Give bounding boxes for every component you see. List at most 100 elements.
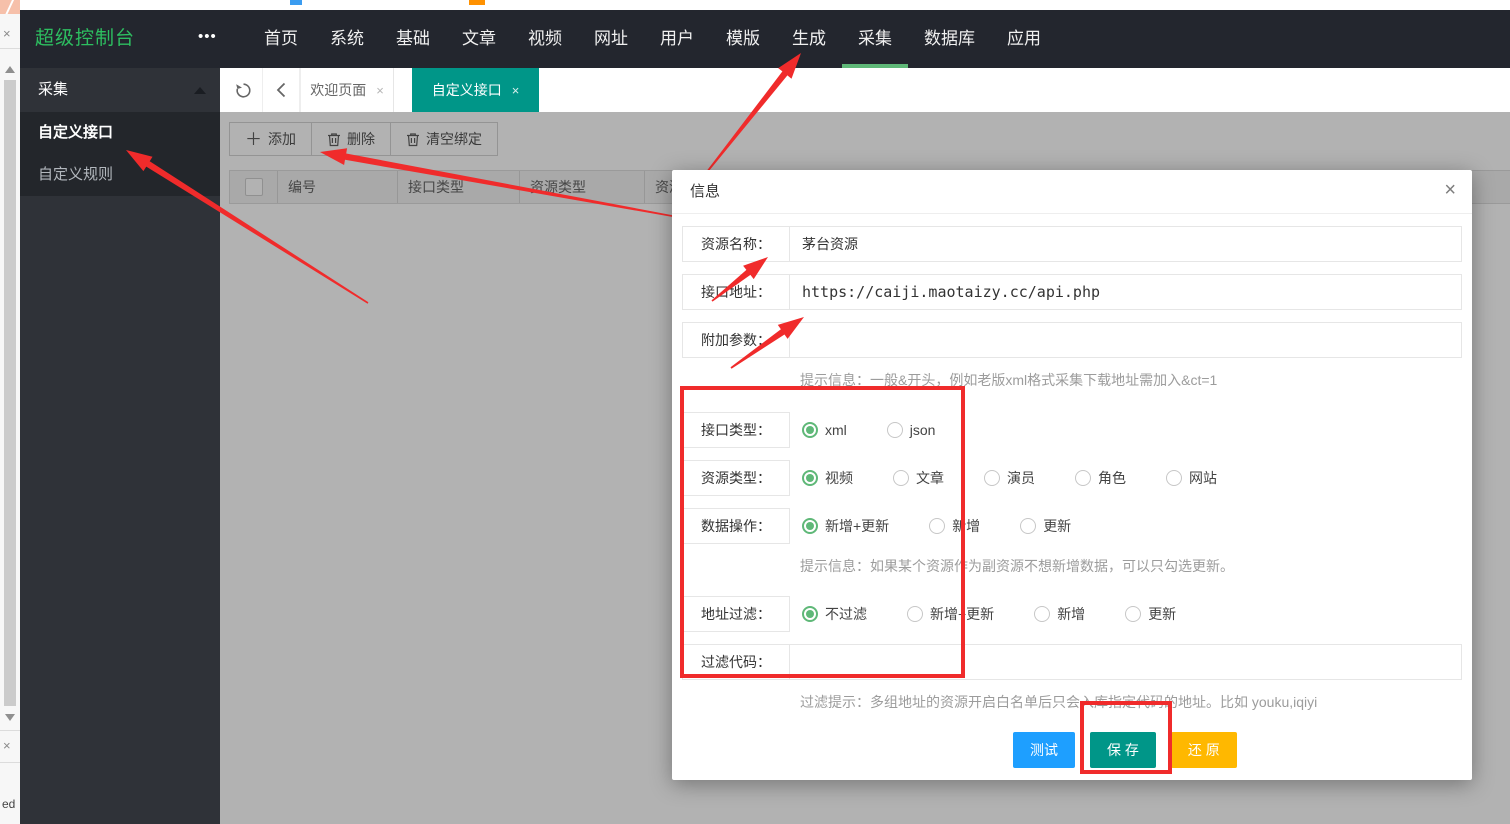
radio-icon: [802, 518, 818, 534]
radio-icon: [929, 518, 945, 534]
nav-item-article[interactable]: 文章: [446, 10, 512, 68]
divider: [0, 730, 20, 731]
scroll-down-icon[interactable]: [5, 714, 15, 721]
close-icon[interactable]: ×: [3, 27, 11, 40]
close-icon[interactable]: ×: [3, 739, 11, 752]
sidebar: 采集 自定义接口 自定义规则: [20, 68, 220, 824]
field-extra-params: 附加参数：: [682, 322, 1462, 358]
sidebar-item-custom-rule[interactable]: 自定义规则: [20, 154, 220, 196]
radio-group-url-filter: 不过滤 新增+更新 新增 更新: [790, 596, 1462, 632]
divider: [0, 48, 20, 49]
field-label: 数据操作：: [682, 508, 790, 544]
radio-label: 新增: [1057, 604, 1085, 624]
radio-option[interactable]: 新增+更新: [802, 516, 889, 536]
radio-option[interactable]: 新增: [929, 516, 980, 536]
extra-params-input[interactable]: [789, 322, 1462, 358]
nav-item-template[interactable]: 模版: [710, 10, 776, 68]
field-filter-code: 过滤代码：: [682, 644, 1462, 680]
radio-icon: [802, 422, 818, 438]
radio-option[interactable]: json: [887, 422, 936, 438]
field-interface-type: 接口类型： xml json: [682, 412, 1462, 448]
field-label: 接口地址：: [682, 274, 790, 310]
sidebar-item-custom-interface[interactable]: 自定义接口: [20, 112, 220, 154]
radio-label: 角色: [1098, 468, 1126, 488]
radio-label: 更新: [1148, 604, 1176, 624]
tab-custom-interface[interactable]: 自定义接口 ×: [412, 68, 539, 112]
radio-option[interactable]: 文章: [893, 468, 944, 488]
nav-item-system[interactable]: 系统: [314, 10, 380, 68]
radio-icon: [907, 606, 923, 622]
radio-icon: [887, 422, 903, 438]
params-hint: 提示信息：一般&开头，例如老版xml格式采集下载地址需加入&ct=1: [800, 370, 1462, 390]
app-logo: 超级控制台: [35, 10, 135, 68]
more-menu-icon[interactable]: •••: [198, 10, 217, 68]
sidebar-group-collect[interactable]: 采集: [20, 68, 220, 112]
nav-item-generate[interactable]: 生成: [776, 10, 842, 68]
radio-option[interactable]: xml: [802, 422, 847, 438]
nav-item-database[interactable]: 数据库: [908, 10, 991, 68]
field-api-url: 接口地址： https://caiji.maotaizy.cc/api.php: [682, 274, 1462, 310]
dialog-buttons: 测试 保 存 还 原: [1013, 732, 1462, 768]
radio-option[interactable]: 更新: [1020, 516, 1071, 536]
radio-icon: [1125, 606, 1141, 622]
radio-label: xml: [825, 422, 847, 438]
radio-icon: [893, 470, 909, 486]
tab-label: 自定义接口: [432, 80, 502, 100]
field-data-operation: 数据操作： 新增+更新 新增 更新: [682, 508, 1462, 544]
field-label: 接口类型：: [682, 412, 790, 448]
field-resource-type: 资源类型： 视频文章演员角色网站: [682, 460, 1462, 496]
tab-close-icon[interactable]: ×: [376, 83, 384, 98]
radio-option[interactable]: 新增+更新: [907, 604, 994, 624]
collapse-icon: [194, 87, 206, 94]
nav-item-app[interactable]: 应用: [991, 10, 1057, 68]
tab-welcome[interactable]: 欢迎页面 ×: [300, 68, 394, 112]
nav-item-basic[interactable]: 基础: [380, 10, 446, 68]
filter-code-input[interactable]: [789, 644, 1462, 680]
test-button[interactable]: 测试: [1013, 732, 1075, 768]
radio-option[interactable]: 更新: [1125, 604, 1176, 624]
field-label: 地址过滤：: [682, 596, 790, 632]
radio-group-interface-type: xml json: [790, 412, 1462, 448]
nav-item-home[interactable]: 首页: [248, 10, 314, 68]
operation-hint: 提示信息：如果某个资源作为副资源不想新增数据，可以只勾选更新。: [800, 556, 1462, 576]
radio-group-data-operation: 新增+更新 新增 更新: [790, 508, 1462, 544]
radio-icon: [802, 470, 818, 486]
nav-item-user[interactable]: 用户: [644, 10, 710, 68]
radio-option[interactable]: 演员: [984, 468, 1035, 488]
field-label: 资源名称：: [682, 226, 790, 262]
radio-label: json: [910, 422, 936, 438]
radio-label: 新增: [952, 516, 980, 536]
save-button[interactable]: 保 存: [1090, 732, 1156, 768]
restore-button[interactable]: 还 原: [1171, 732, 1237, 768]
radio-group-resource-type: 视频 文章 演员 角色 网站: [790, 460, 1462, 496]
chevron-left-icon[interactable]: [266, 68, 296, 112]
nav-item-url[interactable]: 网址: [578, 10, 644, 68]
nav-item-collect[interactable]: 采集: [842, 10, 908, 68]
radio-icon: [1166, 470, 1182, 486]
main-nav: 首页 系统 基础 文章 视频 网址 用户 模版 生成 采集 数据库 应用: [248, 10, 1057, 68]
radio-option[interactable]: 新增: [1034, 604, 1085, 624]
scrollbar-thumb[interactable]: [4, 80, 16, 706]
radio-icon: [1075, 470, 1091, 486]
radio-label: 文章: [916, 468, 944, 488]
top-strip-blue-mark: [290, 0, 302, 5]
divider: [0, 762, 20, 763]
refresh-icon[interactable]: [228, 68, 258, 112]
radio-option[interactable]: 视频: [802, 468, 853, 488]
background-window-strip: × × ed: [0, 0, 20, 824]
field-label: 附加参数：: [682, 322, 790, 358]
api-url-input[interactable]: https://caiji.maotaizy.cc/api.php: [789, 274, 1462, 310]
scroll-up-icon[interactable]: [5, 66, 15, 73]
radio-label: 不过滤: [825, 604, 867, 624]
resource-name-input[interactable]: 茅台资源: [789, 226, 1462, 262]
nav-item-video[interactable]: 视频: [512, 10, 578, 68]
field-url-filter: 地址过滤： 不过滤 新增+更新 新增 更新: [682, 596, 1462, 632]
radio-icon: [1020, 518, 1036, 534]
tab-close-icon[interactable]: ×: [512, 83, 520, 98]
close-icon[interactable]: ×: [1444, 170, 1456, 213]
radio-option[interactable]: 网站: [1166, 468, 1217, 488]
radio-label: 更新: [1043, 516, 1071, 536]
background-image-corner: [0, 0, 20, 14]
radio-option[interactable]: 不过滤: [802, 604, 867, 624]
radio-option[interactable]: 角色: [1075, 468, 1126, 488]
